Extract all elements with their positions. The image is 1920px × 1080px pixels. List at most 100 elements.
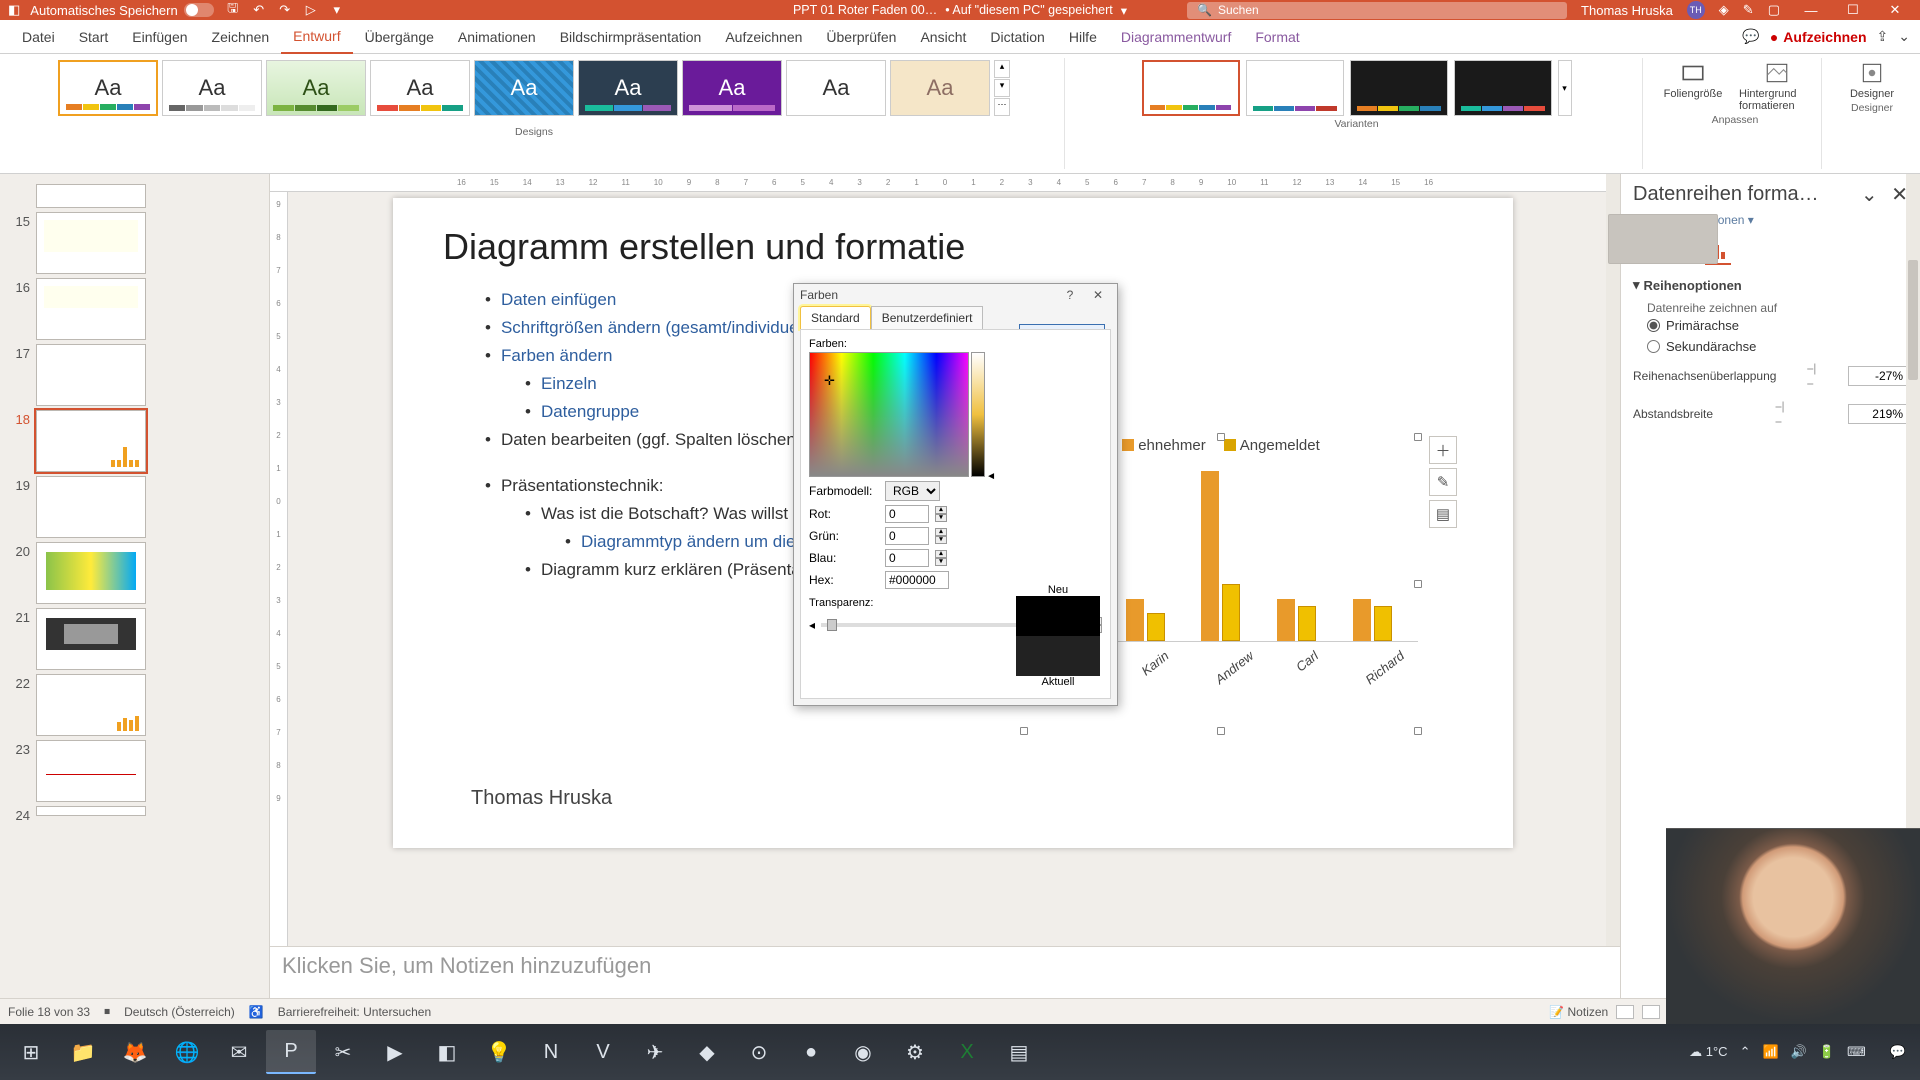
trans-left-icon[interactable]: ◂ [809,618,815,632]
comments-icon[interactable]: 💬 [1742,28,1759,45]
tab-dictation[interactable]: Dictation [978,20,1056,54]
theme-tile[interactable]: Aa [682,60,782,116]
theme-tile[interactable]: Aa [786,60,886,116]
spin-up-icon[interactable]: ▴ [935,506,947,514]
visio-icon[interactable]: V [578,1030,628,1074]
undo-icon[interactable]: ↶ [250,1,268,19]
gap-slider[interactable]: ⎯|⎯ [1772,399,1790,429]
blue-input[interactable] [885,549,929,567]
color-model-select[interactable]: RGB [885,481,940,501]
notes-pane[interactable]: Klicken Sie, um Notizen hinzuzufügen [270,946,1620,998]
tab-start[interactable]: Start [67,20,121,54]
slide-thumb-selected[interactable] [36,410,146,472]
spin-down-icon[interactable]: ▾ [935,558,947,566]
slide-counter[interactable]: Folie 18 von 33 [8,1005,90,1019]
ribbon-collapse-icon[interactable]: ⌄ [1898,28,1910,45]
pen-icon[interactable]: ✎ [1743,2,1754,18]
excel-icon[interactable]: X [942,1030,992,1074]
settings-icon[interactable]: ⚙ [890,1030,940,1074]
app-icon[interactable]: 💡 [474,1030,524,1074]
gallery-down-icon[interactable]: ▾ [994,79,1010,97]
record-button[interactable]: ● Aufzeichnen [1770,29,1867,45]
battery-icon[interactable]: 🔋 [1819,1044,1835,1060]
sorter-view-icon[interactable] [1642,1005,1660,1019]
save-icon[interactable]: 🖫 [224,1,242,19]
chevron-down-icon[interactable]: ▾ [1121,3,1127,18]
network-icon[interactable]: 📶 [1762,1044,1778,1060]
theme-tile[interactable]: Aa [162,60,262,116]
tab-hilfe[interactable]: Hilfe [1057,20,1109,54]
slide-thumb[interactable] [36,608,146,670]
accessibility-status[interactable]: Barrierefreiheit: Untersuchen [278,1005,431,1019]
transparency-slider[interactable] [821,623,1018,627]
theme-tile[interactable]: Aa [890,60,990,116]
slide-thumbnails[interactable]: 15 16 17 18 19 20 21 22 23 24 [0,174,270,998]
tab-custom[interactable]: Benutzerdefiniert [871,306,984,329]
redo-icon[interactable]: ↷ [276,1,294,19]
tab-ueberpruefen[interactable]: Überprüfen [814,20,908,54]
variant-tile[interactable] [1142,60,1240,116]
qat-more-icon[interactable]: ▾ [328,1,346,19]
tray-chevron-icon[interactable]: ⌃ [1740,1044,1751,1060]
gallery-more-icon[interactable]: ⋯ [994,98,1010,116]
red-input[interactable] [885,505,929,523]
slide-thumb[interactable] [36,278,146,340]
radio-secondary-axis[interactable]: Sekundärachse [1633,336,1908,357]
chart-filters-button[interactable]: ▤ [1429,500,1457,528]
spellcheck-icon[interactable]: ⏹ [104,1004,110,1019]
green-input[interactable] [885,527,929,545]
radio-primary-axis[interactable]: Primärachse [1633,315,1908,336]
theme-tile[interactable]: Aa [58,60,158,116]
document-name[interactable]: PPT 01 Roter Faden 00… [793,3,937,17]
spin-up-icon[interactable]: ▴ [935,528,947,536]
app-icon[interactable]: ◆ [682,1030,732,1074]
theme-tile[interactable]: Aa [370,60,470,116]
slide-thumb[interactable] [36,184,146,208]
firefox-icon[interactable]: 🦊 [110,1030,160,1074]
diamond-icon[interactable]: ◈ [1719,2,1729,18]
close-button[interactable]: ✕ [1878,0,1912,20]
expand-icon[interactable]: ▾ [1633,277,1640,293]
tab-aufzeichnen[interactable]: Aufzeichnen [713,20,814,54]
gallery-up-icon[interactable]: ▴ [994,60,1010,78]
tab-animationen[interactable]: Animationen [446,20,548,54]
discord-icon[interactable]: ◉ [838,1030,888,1074]
accessibility-icon[interactable]: ♿ [249,1005,264,1019]
volume-icon[interactable]: 🔊 [1791,1044,1807,1060]
normal-view-icon[interactable] [1616,1005,1634,1019]
search-input[interactable]: 🔍 Suchen [1187,2,1567,19]
toggle-off-icon[interactable] [184,3,214,17]
share-icon[interactable]: ⇪ [1877,28,1889,45]
maximize-button[interactable]: ☐ [1836,0,1870,20]
tab-datei[interactable]: Datei [10,20,67,54]
dialog-close-icon[interactable]: ✕ [1085,285,1111,305]
spin-down-icon[interactable]: ▾ [935,514,947,522]
minimize-button[interactable]: — [1794,0,1828,20]
help-icon[interactable]: ? [1057,285,1083,305]
slide-thumb[interactable] [36,806,146,816]
tab-einfuegen[interactable]: Einfügen [120,20,199,54]
theme-tile[interactable]: Aa [578,60,678,116]
slide-thumb[interactable] [36,344,146,406]
powerpoint-taskbar-icon[interactable]: P [266,1030,316,1074]
tab-format[interactable]: Format [1243,20,1311,54]
autosave-toggle[interactable]: Automatisches Speichern [30,3,213,18]
slide-thumb[interactable] [36,212,146,274]
pane-collapse-icon[interactable]: ⌄ [1861,184,1878,206]
slide-thumb[interactable] [36,674,146,736]
outlook-icon[interactable]: ✉ [214,1030,264,1074]
app-icon[interactable]: ● [786,1030,836,1074]
tab-entwurf[interactable]: Entwurf [281,20,352,54]
tab-bildschirmpraesentation[interactable]: Bildschirmpräsentation [548,20,714,54]
color-spectrum[interactable]: ✛ [809,352,969,477]
variant-tile[interactable] [1246,60,1344,116]
tab-standard[interactable]: Standard ▲ [800,306,871,329]
slide-thumb[interactable] [36,542,146,604]
slide-title[interactable]: Diagramm erstellen und formatie [443,226,1463,268]
start-menu-icon[interactable]: ⊞ [6,1030,56,1074]
keyboard-icon[interactable]: ⌨ [1847,1044,1866,1060]
vlc-icon[interactable]: ▶ [370,1030,420,1074]
theme-tile[interactable]: Aa [266,60,366,116]
app-icon[interactable]: ⊙ [734,1030,784,1074]
chevron-down-icon[interactable]: ▾ [1748,213,1754,227]
